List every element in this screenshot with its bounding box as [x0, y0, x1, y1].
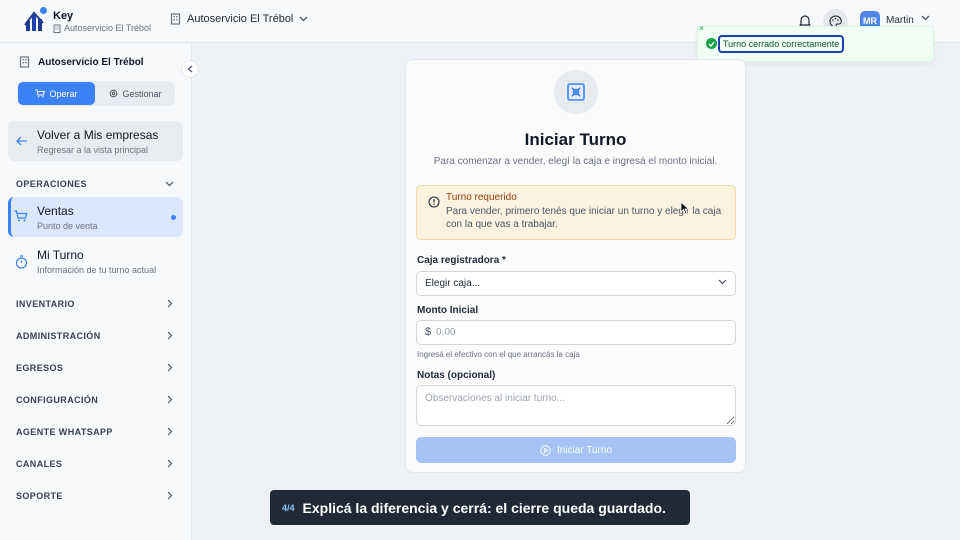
amount-help: Ingresá el efectivo con el que arrancás …: [417, 350, 580, 359]
chevron-right-icon[interactable]: [167, 427, 173, 436]
alert-circle-icon: [428, 196, 440, 208]
store-selector-label: Autoservicio El Trébol: [187, 13, 294, 25]
page-title: Iniciar Turno: [524, 130, 627, 149]
register-select[interactable]: Elegir caja...: [416, 271, 736, 296]
building-icon: [53, 24, 61, 33]
stopwatch-icon[interactable]: [15, 255, 28, 269]
tab-operar[interactable]: Operar: [18, 82, 95, 105]
check-circle-icon: [706, 38, 717, 49]
amount-label: Monto Inicial: [417, 305, 479, 316]
chevron-right-icon[interactable]: [167, 331, 173, 340]
sidebar-item-mi-turno-subtitle: Información de tu turno actual: [37, 265, 157, 275]
gear-icon: [110, 89, 118, 98]
section-administracion[interactable]: ADMINISTRACIÓN: [16, 331, 101, 341]
sidebar-store: Autoservicio El Trébol: [19, 56, 144, 68]
tutorial-step: 4/4: [282, 502, 295, 513]
section-operaciones[interactable]: OPERACIONES: [16, 179, 87, 189]
back-subtitle: Regresar a la vista principal: [37, 145, 149, 155]
toast-close-icon[interactable]: ×: [697, 24, 706, 33]
building-icon: [19, 56, 30, 68]
sidebar-item-ventas-subtitle: Punto de venta: [37, 221, 98, 231]
arrow-left-icon: [16, 136, 27, 146]
sidebar-item-mi-turno[interactable]: Mi Turno: [37, 248, 84, 262]
amount-input[interactable]: [434, 321, 724, 344]
register-label: Caja registradora *: [417, 255, 506, 266]
chevron-right-icon[interactable]: [167, 491, 173, 500]
section-soporte[interactable]: SOPORTE: [16, 491, 63, 501]
back-title: Volver a Mis empresas: [37, 128, 159, 142]
chevron-left-icon: [187, 65, 193, 73]
building-icon: [170, 13, 181, 25]
currency-symbol: $: [425, 326, 432, 338]
chevron-down-icon[interactable]: [718, 279, 727, 285]
sidebar-item-ventas-label: Ventas: [37, 204, 74, 218]
chevron-down-icon[interactable]: [165, 181, 174, 187]
brand-store: Autoservicio El Trébol: [53, 23, 151, 33]
cart-icon: [14, 210, 28, 222]
collapse-sidebar-button[interactable]: [181, 60, 199, 78]
chevron-right-icon[interactable]: [167, 299, 173, 308]
play-circle-icon: [540, 444, 551, 456]
sidebar-item-ventas[interactable]: [8, 197, 183, 237]
section-inventario[interactable]: INVENTARIO: [16, 299, 75, 309]
tab-gestionar[interactable]: Gestionar: [97, 82, 174, 105]
chevron-right-icon[interactable]: [167, 395, 173, 404]
start-shift-button[interactable]: Iniciar Turno: [416, 437, 736, 463]
section-canales[interactable]: CANALES: [16, 459, 62, 469]
tab-gestionar-label: Gestionar: [122, 88, 162, 99]
section-egresos[interactable]: EGRESOS: [16, 363, 63, 373]
tab-operar-label: Operar: [49, 88, 78, 99]
notes-input[interactable]: [416, 385, 736, 426]
notification-dot: [40, 7, 47, 14]
sidebar-store-name: Autoservicio El Trébol: [38, 56, 144, 68]
register-icon: [554, 70, 598, 114]
brand-store-label: Autoservicio El Trébol: [64, 23, 152, 33]
chevron-down-icon[interactable]: [921, 15, 930, 21]
cart-icon: [35, 89, 46, 98]
section-configuracion[interactable]: CONFIGURACIÓN: [16, 395, 98, 405]
toast-message: Turno cerrado correctamente: [718, 35, 845, 53]
notes-label: Notas (opcional): [417, 370, 496, 381]
alert-title: Turno requerido: [446, 192, 517, 203]
chevron-right-icon[interactable]: [167, 459, 173, 468]
active-indicator: [171, 215, 176, 220]
chevron-right-icon[interactable]: [167, 363, 173, 372]
chevron-down-icon: [299, 16, 308, 22]
mouse-cursor-icon: [680, 201, 690, 215]
tutorial-text: Explicá la diferencia y cerrá: el cierre…: [302, 499, 666, 516]
tutorial-caption: 4/4 Explicá la diferencia y cerrá: el ci…: [270, 490, 690, 525]
page-subtitle: Para comenzar a vender, elegí la caja e …: [433, 156, 718, 167]
section-agente-whatsapp[interactable]: AGENTE WHATSAPP: [16, 427, 113, 437]
store-selector[interactable]: Autoservicio El Trébol: [170, 13, 308, 25]
start-shift-label: Iniciar Turno: [556, 444, 613, 456]
user-name[interactable]: Martin: [886, 15, 914, 26]
brand-name: Key: [53, 10, 74, 22]
